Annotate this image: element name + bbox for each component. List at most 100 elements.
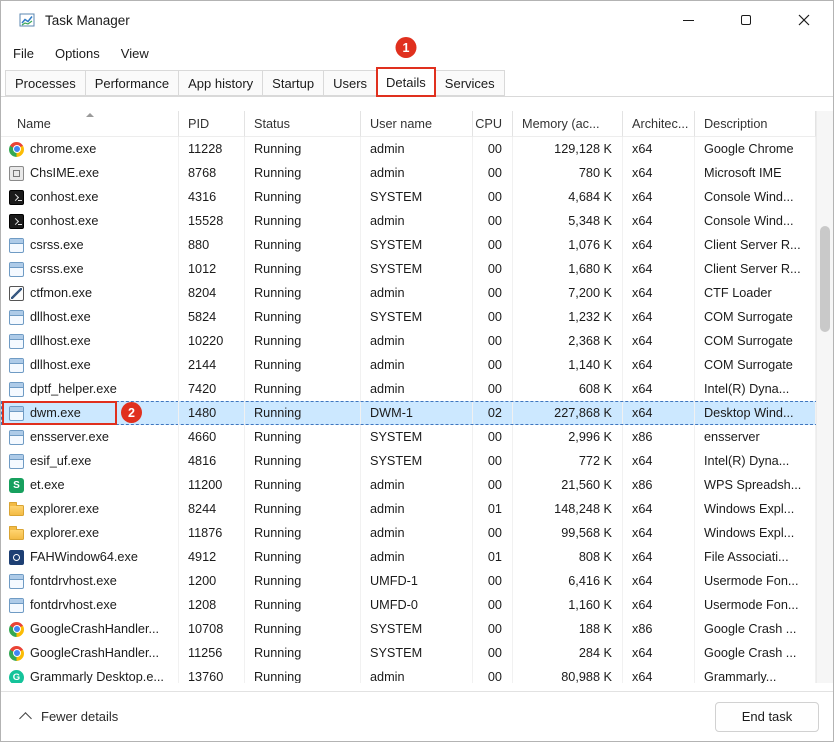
scrollbar[interactable]: [816, 111, 833, 683]
cell-cpu: 00: [473, 569, 513, 593]
process-name: fontdrvhost.exe: [30, 593, 117, 617]
menu-item-file[interactable]: File: [13, 43, 45, 64]
generic-icon: [9, 598, 24, 613]
table-row-conhost-exe[interactable]: conhost.exe15528Runningadmin005,348 Kx64…: [1, 209, 833, 233]
window-controls: [659, 1, 833, 39]
table-row-fontdrvhost-exe[interactable]: fontdrvhost.exe1200RunningUMFD-1006,416 …: [1, 569, 833, 593]
cell-cpu: 00: [473, 209, 513, 233]
cell-desc: COM Surrogate: [695, 305, 816, 329]
generic-icon: [9, 406, 24, 421]
cell-memory: 99,568 K: [513, 521, 623, 545]
process-name: ensserver.exe: [30, 425, 109, 449]
table-row-dptf-helper-exe[interactable]: dptf_helper.exe7420Runningadmin00608 Kx6…: [1, 377, 833, 401]
table-row-grammarly-desktop-e[interactable]: Grammarly Desktop.e...13760Runningadmin0…: [1, 665, 833, 683]
fewer-details-toggle[interactable]: Fewer details: [15, 709, 118, 724]
cell-arch: x64: [623, 641, 695, 665]
tab-startup[interactable]: Startup: [262, 70, 324, 96]
column-header-name[interactable]: Name: [1, 111, 179, 137]
cell-arch: x86: [623, 473, 695, 497]
cell-user: DWM-1: [361, 401, 473, 425]
menu-item-view[interactable]: View: [121, 43, 160, 64]
cell-memory: 21,560 K: [513, 473, 623, 497]
table-row-dwm-exe[interactable]: dwm.exe21480RunningDWM-102227,868 Kx64De…: [1, 401, 833, 425]
cell-pid: 4816: [179, 449, 245, 473]
menu-item-options[interactable]: Options: [55, 43, 111, 64]
minimize-button[interactable]: [659, 1, 717, 39]
table-row-explorer-exe[interactable]: explorer.exe8244Runningadmin01148,248 Kx…: [1, 497, 833, 521]
table-row-fontdrvhost-exe[interactable]: fontdrvhost.exe1208RunningUMFD-0001,160 …: [1, 593, 833, 617]
end-task-button[interactable]: End task: [715, 702, 819, 732]
cell-name: ctfmon.exe: [1, 281, 179, 305]
table-row-fahwindow64-exe[interactable]: FAHWindow64.exe4912Runningadmin01808 Kx6…: [1, 545, 833, 569]
cell-arch: x64: [623, 497, 695, 521]
table-row-googlecrashhandler[interactable]: GoogleCrashHandler...11256RunningSYSTEM0…: [1, 641, 833, 665]
process-name: esif_uf.exe: [30, 449, 91, 473]
table-header: NamePIDStatusUser nameCPUMemory (ac...Ar…: [1, 111, 833, 137]
column-header-architec[interactable]: Architec...: [623, 111, 695, 137]
tab-services[interactable]: Services: [435, 70, 505, 96]
cell-desc: Google Crash ...: [695, 617, 816, 641]
cell-desc: Grammarly...: [695, 665, 816, 683]
tab-label: Startup: [272, 76, 314, 91]
table-row-googlecrashhandler[interactable]: GoogleCrashHandler...10708RunningSYSTEM0…: [1, 617, 833, 641]
table-row-et-exe[interactable]: et.exe11200Runningadmin0021,560 Kx86WPS …: [1, 473, 833, 497]
tab-performance[interactable]: Performance: [85, 70, 179, 96]
cell-arch: x64: [623, 449, 695, 473]
tab-app-history[interactable]: App history: [178, 70, 263, 96]
maximize-button[interactable]: [717, 1, 775, 39]
cell-user: admin: [361, 137, 473, 161]
table-row-conhost-exe[interactable]: conhost.exe4316RunningSYSTEM004,684 Kx64…: [1, 185, 833, 209]
cell-desc: File Associati...: [695, 545, 816, 569]
minimize-icon: [683, 20, 694, 21]
process-name: ChsIME.exe: [30, 161, 99, 185]
column-header-description[interactable]: Description: [695, 111, 816, 137]
cell-cpu: 00: [473, 257, 513, 281]
cell-cpu: 00: [473, 473, 513, 497]
cell-status: Running: [245, 641, 361, 665]
table-row-ensserver-exe[interactable]: ensserver.exe4660RunningSYSTEM002,996 Kx…: [1, 425, 833, 449]
cell-user: SYSTEM: [361, 257, 473, 281]
cell-name: fontdrvhost.exe: [1, 569, 179, 593]
cell-user: admin: [361, 377, 473, 401]
cell-cpu: 00: [473, 449, 513, 473]
cell-status: Running: [245, 545, 361, 569]
process-name: dllhost.exe: [30, 353, 91, 377]
cell-name: ensserver.exe: [1, 425, 179, 449]
column-header-status[interactable]: Status: [245, 111, 361, 137]
cell-memory: 7,200 K: [513, 281, 623, 305]
table-row-ctfmon-exe[interactable]: ctfmon.exe8204Runningadmin007,200 Kx64CT…: [1, 281, 833, 305]
cell-status: Running: [245, 497, 361, 521]
console-icon: [9, 190, 24, 205]
cell-pid: 4316: [179, 185, 245, 209]
column-header-user-name[interactable]: User name: [361, 111, 473, 137]
process-name: dllhost.exe: [30, 305, 91, 329]
column-header-pid[interactable]: PID: [179, 111, 245, 137]
tab-users[interactable]: Users: [323, 70, 377, 96]
table-row-dllhost-exe[interactable]: dllhost.exe10220Runningadmin002,368 Kx64…: [1, 329, 833, 353]
table-row-explorer-exe[interactable]: explorer.exe11876Runningadmin0099,568 Kx…: [1, 521, 833, 545]
tab-details[interactable]: Details1: [376, 67, 436, 97]
table-row-chsime-exe[interactable]: ChsIME.exe8768Runningadmin00780 Kx64Micr…: [1, 161, 833, 185]
cell-user: admin: [361, 161, 473, 185]
cell-user: admin: [361, 521, 473, 545]
cell-memory: 227,868 K: [513, 401, 623, 425]
generic-icon: [9, 238, 24, 253]
cell-pid: 11228: [179, 137, 245, 161]
table-row-csrss-exe[interactable]: csrss.exe880RunningSYSTEM001,076 Kx64Cli…: [1, 233, 833, 257]
scrollbar-thumb[interactable]: [820, 226, 830, 332]
table-row-chrome-exe[interactable]: chrome.exe11228Runningadmin00129,128 Kx6…: [1, 137, 833, 161]
table-row-csrss-exe[interactable]: csrss.exe1012RunningSYSTEM001,680 Kx64Cl…: [1, 257, 833, 281]
cell-arch: x64: [623, 593, 695, 617]
table-body: chrome.exe11228Runningadmin00129,128 Kx6…: [1, 137, 833, 683]
table-row-dllhost-exe[interactable]: dllhost.exe5824RunningSYSTEM001,232 Kx64…: [1, 305, 833, 329]
table-row-dllhost-exe[interactable]: dllhost.exe2144Runningadmin001,140 Kx64C…: [1, 353, 833, 377]
table-row-esif-uf-exe[interactable]: esif_uf.exe4816RunningSYSTEM00772 Kx64In…: [1, 449, 833, 473]
column-header-cpu[interactable]: CPU: [473, 111, 513, 137]
cell-status: Running: [245, 665, 361, 683]
fah-icon: [9, 550, 24, 565]
column-header-memory-ac[interactable]: Memory (ac...: [513, 111, 623, 137]
close-button[interactable]: [775, 1, 833, 39]
generic-icon: [9, 574, 24, 589]
tab-processes[interactable]: Processes: [5, 70, 86, 96]
tab-strip: ProcessesPerformanceApp history Startup Us…: [1, 67, 833, 97]
